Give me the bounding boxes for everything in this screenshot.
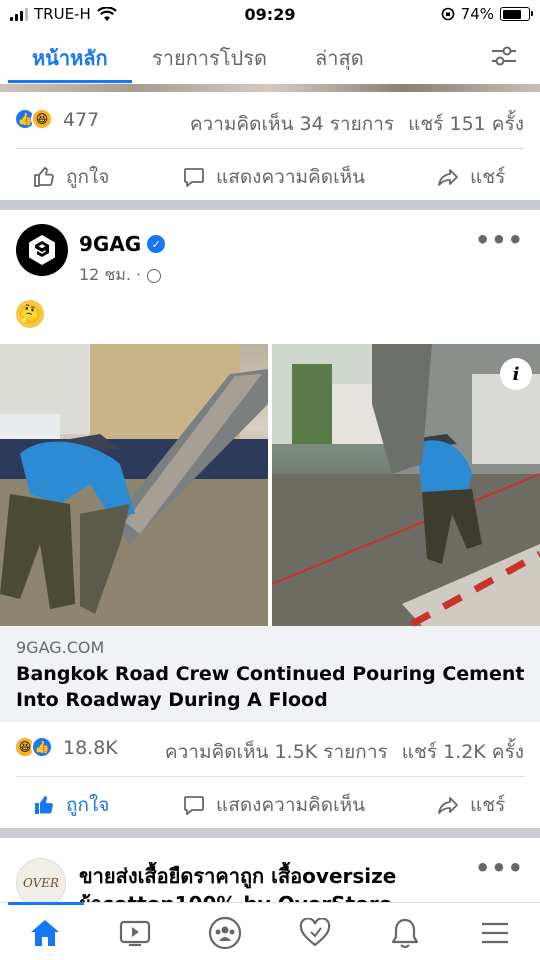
home-icon — [31, 920, 59, 946]
avatar[interactable] — [16, 224, 68, 276]
thumbs-up-filled-icon — [35, 795, 53, 814]
prev-post-reactions[interactable]: 👍 😆 477 ความคิดเห็น 34 รายการ แชร์ 151 ค… — [0, 94, 540, 146]
feed-tabs: หน้าหลัก รายการโปรด ล่าสุด — [0, 30, 540, 84]
image-left-panel — [0, 344, 268, 626]
worker-scene-right — [272, 344, 540, 626]
tab-home[interactable]: หน้าหลัก — [32, 42, 108, 74]
9gag-logo-icon — [29, 235, 55, 265]
nav-menu[interactable] — [477, 915, 513, 951]
overstore-logo: OVER — [22, 876, 60, 890]
post-options-button[interactable]: ••• — [475, 854, 524, 882]
page-name-label: 9GAG — [79, 232, 142, 256]
avatar[interactable]: OVER — [16, 858, 66, 908]
tab-recent[interactable]: ล่าสุด — [315, 42, 364, 74]
reaction-count: 18.8K — [63, 737, 118, 759]
share-label: แชร์ — [470, 794, 506, 816]
share-icon — [438, 797, 458, 814]
post-reactions[interactable]: 😆 👍 18.8K ความคิดเห็น 1.5K รายการ แชร์ 1… — [0, 722, 540, 774]
orientation-lock-icon — [441, 7, 454, 21]
active-tab-indicator — [8, 80, 132, 83]
post-separator — [0, 200, 540, 210]
comment-button[interactable]: แสดงความคิดเห็น — [182, 162, 365, 192]
post-actions: ถูกใจ แสดงความคิดเห็น แชร์ — [0, 778, 540, 828]
info-icon[interactable]: i — [500, 358, 532, 390]
tab-favorites[interactable]: รายการโปรด — [152, 42, 267, 74]
post-meta: 12 ชม. · — [79, 263, 162, 288]
comment-icon — [184, 796, 204, 815]
groups-icon — [208, 916, 242, 950]
comment-count[interactable]: ความคิดเห็น 34 รายการ — [190, 109, 394, 139]
dating-heart-icon — [299, 918, 331, 947]
comment-count[interactable]: ความคิดเห็น 1.5K รายการ — [165, 737, 388, 767]
comment-label: แสดงความคิดเห็น — [216, 166, 366, 188]
status-bar: TRUE-H 09:29 74% — [0, 0, 540, 30]
nav-notifications[interactable] — [387, 915, 423, 951]
link-title: Bangkok Road Crew Continued Pouring Ceme… — [16, 663, 525, 711]
link-preview[interactable]: 9GAG.COM Bangkok Road Crew Continued Pou… — [0, 626, 540, 722]
post-text: 🤔 — [16, 300, 44, 328]
share-label: แชร์ — [470, 166, 506, 188]
comment-label: แสดงความคิดเห็น — [216, 794, 366, 816]
bottom-nav — [0, 902, 540, 960]
prev-post-actions: ถูกใจ แสดงความคิดเห็น แชร์ — [0, 150, 540, 200]
post-image[interactable]: i — [0, 344, 540, 626]
battery-icon — [500, 7, 533, 21]
next-post-title[interactable]: ขายส่งเสื้อยืดราคาถูก เสื้อoversize ผ้าc… — [79, 862, 479, 904]
status-right: 74% — [441, 5, 533, 23]
nav-groups[interactable] — [207, 915, 243, 951]
previous-post-image-edge — [0, 84, 540, 92]
nav-watch[interactable] — [117, 915, 153, 951]
post-separator — [0, 828, 540, 838]
verified-badge-icon: ✓ — [147, 235, 166, 253]
share-count[interactable]: แชร์ 151 ครั้ง — [408, 109, 524, 139]
divider — [16, 776, 524, 777]
video-icon — [119, 920, 151, 947]
bell-icon — [391, 918, 419, 949]
haha-reaction-icon: 😆 — [31, 108, 53, 130]
share-icon — [438, 169, 458, 186]
like-button[interactable]: ถูกใจ — [32, 162, 109, 192]
thinking-emoji: 🤔 — [18, 303, 42, 325]
post-timestamp[interactable]: 12 ชม. · — [79, 263, 141, 288]
reaction-count: 477 — [63, 109, 100, 131]
like-button[interactable]: ถูกใจ — [32, 790, 109, 820]
page-name[interactable]: 9GAG ✓ — [79, 232, 166, 256]
nav-home[interactable] — [27, 915, 63, 951]
nav-dating[interactable] — [297, 915, 333, 951]
menu-icon — [482, 922, 508, 944]
filter-icon[interactable] — [490, 44, 518, 68]
divider — [16, 148, 524, 149]
image-right-panel: i — [272, 344, 540, 626]
comment-icon — [184, 168, 204, 187]
link-domain: 9GAG.COM — [16, 638, 105, 657]
battery-percent: 74% — [460, 5, 494, 23]
like-label: ถูกใจ — [66, 166, 110, 188]
thumbs-up-icon — [34, 167, 54, 187]
share-button[interactable]: แชร์ — [436, 162, 505, 192]
globe-icon — [147, 268, 162, 283]
share-button[interactable]: แชร์ — [436, 790, 505, 820]
post-options-button[interactable]: ••• — [475, 226, 524, 254]
worker-scene-left — [0, 344, 268, 626]
like-reaction-icon: 👍 — [31, 736, 53, 758]
like-label: ถูกใจ — [66, 794, 110, 816]
share-count[interactable]: แชร์ 1.2K ครั้ง — [402, 737, 524, 767]
comment-button[interactable]: แสดงความคิดเห็น — [182, 790, 365, 820]
active-nav-indicator — [8, 902, 84, 905]
